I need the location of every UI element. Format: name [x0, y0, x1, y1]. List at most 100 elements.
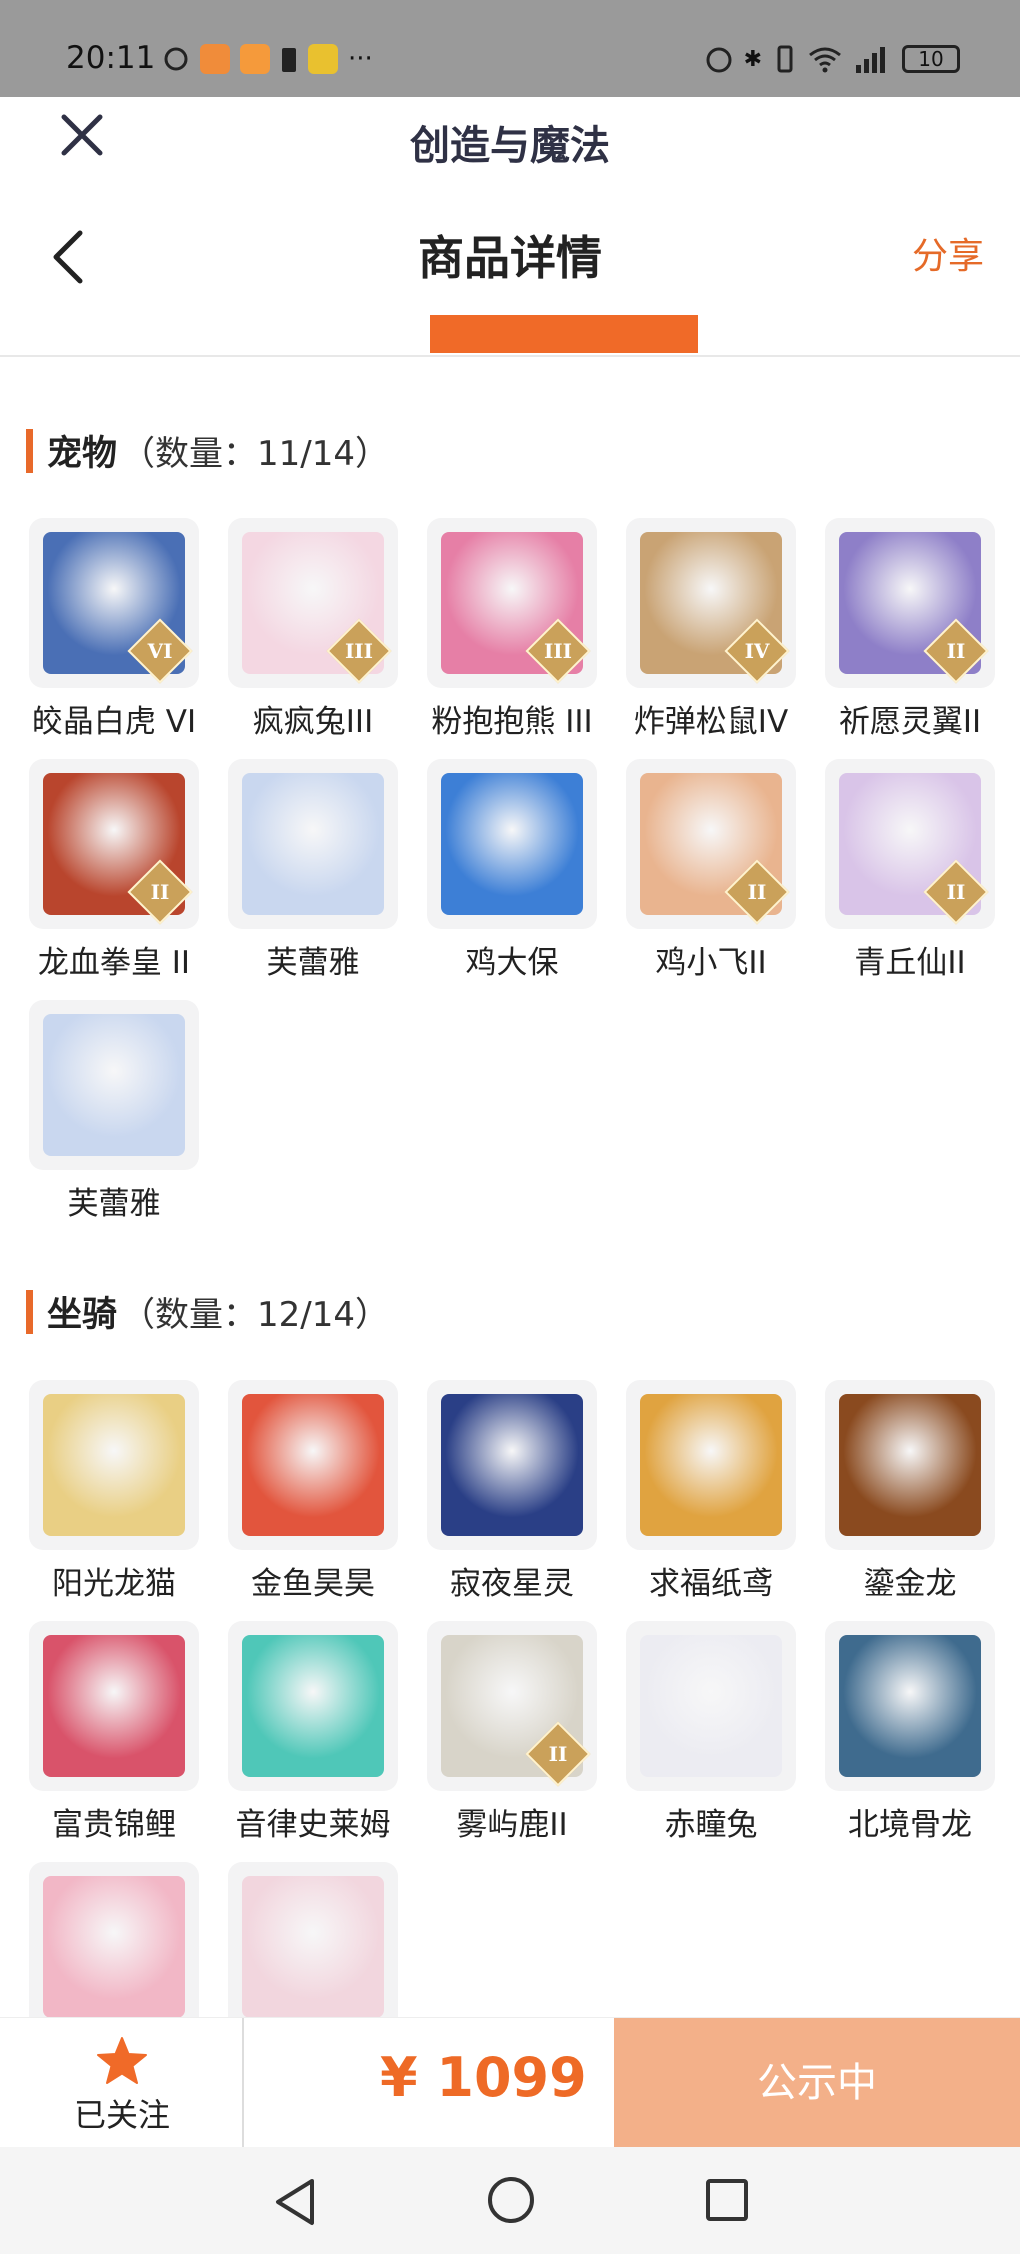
item-card[interactable]: 音律史莱姆	[225, 1621, 401, 1844]
section-header-pets: 宠物 （数量：11/14）	[26, 425, 389, 476]
section-count: （数量：12/14）	[121, 1295, 389, 1335]
tier-badge-label: II	[548, 1742, 568, 1766]
publicity-status-button[interactable]: 公示中	[614, 2018, 1020, 2148]
item-card[interactable]: 北境骨龙	[822, 1621, 998, 1844]
item-artwork	[242, 1635, 384, 1777]
item-name: 北境骨龙	[848, 1807, 972, 1843]
item-artwork	[43, 1876, 185, 2018]
item-card[interactable]	[225, 1862, 401, 2032]
tier-badge-label: II	[747, 880, 767, 904]
item-name: 雾屿鹿II	[456, 1807, 568, 1843]
item-thumbnail: IV	[626, 518, 796, 688]
item-thumbnail: II	[29, 759, 199, 929]
tier-badge-label: III	[543, 639, 573, 663]
tier-badge-label: III	[344, 639, 374, 663]
item-artwork	[43, 1635, 185, 1777]
item-card[interactable]: 寂夜星灵	[424, 1380, 600, 1603]
item-name: 赤瞳兔	[664, 1807, 758, 1843]
item-card[interactable]: 阳光龙猫	[26, 1380, 202, 1603]
tab-indicator[interactable]	[430, 315, 698, 353]
follow-button[interactable]: 已关注	[0, 2018, 244, 2148]
section-accent-bar	[26, 1289, 33, 1334]
item-artwork	[640, 1635, 782, 1777]
item-card[interactable]: III 疯疯兔III	[225, 518, 401, 741]
page-nav-bar: 商品详情 分享	[0, 197, 1020, 357]
item-card[interactable]: 求福纸鸢	[623, 1380, 799, 1603]
item-thumbnail: II	[626, 759, 796, 929]
item-thumbnail	[825, 1380, 995, 1550]
item-artwork	[242, 1876, 384, 2018]
tier-badge-label: IV	[744, 639, 770, 663]
item-name: 鸡大保	[465, 945, 559, 981]
share-button[interactable]: 分享	[912, 227, 984, 279]
battery-icon: 10	[902, 45, 960, 73]
item-card[interactable]: II 鸡小飞II	[623, 759, 799, 982]
star-icon	[97, 2037, 147, 2084]
item-card[interactable]: IV 炸弹松鼠IV	[623, 518, 799, 741]
status-time: 20:11	[66, 40, 156, 76]
section-name: 坐骑	[47, 1295, 118, 1335]
item-card[interactable]: 富贵锦鲤	[26, 1621, 202, 1844]
item-card[interactable]: II 雾屿鹿II	[424, 1621, 600, 1844]
tier-badge-label: II	[946, 639, 966, 663]
bluetooth-icon: ✱	[743, 46, 762, 72]
item-artwork	[441, 1394, 583, 1536]
item-thumbnail	[228, 1380, 398, 1550]
battery-alert-icon	[282, 48, 296, 72]
item-card[interactable]: II 龙血拳皇 II	[26, 759, 202, 982]
item-thumbnail	[29, 1862, 199, 2032]
tier-badge-label: II	[150, 880, 170, 904]
item-card[interactable]: VI 皎晶白虎 VI	[26, 518, 202, 741]
status-bar: 20:11 ··· ✱ 10	[0, 0, 1020, 97]
item-artwork	[839, 1394, 981, 1536]
item-card[interactable]: III 粉抱抱熊 III	[424, 518, 600, 741]
item-name: 寂夜星灵	[450, 1566, 574, 1602]
item-thumbnail	[228, 1621, 398, 1791]
item-card[interactable]: 赤瞳兔	[623, 1621, 799, 1844]
item-thumbnail	[228, 759, 398, 929]
item-name: 青丘仙II	[854, 945, 966, 981]
vibrate-icon	[777, 45, 793, 73]
item-thumbnail: II	[825, 518, 995, 688]
item-card[interactable]: 鎏金龙	[822, 1380, 998, 1603]
item-thumbnail	[626, 1621, 796, 1791]
item-name: 音律史莱姆	[235, 1807, 391, 1843]
item-thumbnail	[427, 1380, 597, 1550]
item-card[interactable]: II 青丘仙II	[822, 759, 998, 982]
item-name: 富贵锦鲤	[52, 1807, 176, 1843]
item-name: 鸡小飞II	[655, 945, 767, 981]
game-app-icon	[308, 44, 338, 74]
item-name: 求福纸鸢	[649, 1566, 773, 1602]
item-thumbnail	[228, 1862, 398, 2032]
item-name: 阳光龙猫	[52, 1566, 176, 1602]
section-header-mounts: 坐骑 （数量：12/14）	[26, 1286, 389, 1337]
item-card[interactable]: 金鱼昊昊	[225, 1380, 401, 1603]
item-artwork	[839, 1635, 981, 1777]
system-back-icon[interactable]	[272, 2177, 318, 2227]
item-card[interactable]: 芙蕾雅	[26, 1000, 202, 1223]
item-card[interactable]: 芙蕾雅	[225, 759, 401, 982]
system-recents-icon[interactable]	[706, 2179, 748, 2221]
item-name: 芙蕾雅	[266, 945, 360, 981]
item-card[interactable]: 鸡大保	[424, 759, 600, 982]
item-name: 祈愿灵翼II	[838, 704, 982, 740]
notification-icons: ···	[162, 44, 373, 74]
item-name: 鎏金龙	[863, 1566, 957, 1602]
wifi-icon	[809, 47, 841, 73]
alarm-icon	[706, 47, 732, 73]
item-thumbnail	[29, 1000, 199, 1170]
item-thumbnail	[29, 1621, 199, 1791]
item-name: 龙血拳皇 II	[37, 945, 191, 981]
item-card[interactable]	[26, 1862, 202, 2032]
system-nav-bar	[0, 2147, 1020, 2254]
section-count: （数量：11/14）	[121, 434, 389, 474]
system-home-icon[interactable]	[488, 2177, 534, 2223]
item-name: 金鱼昊昊	[251, 1566, 375, 1602]
item-name: 炸弹松鼠IV	[633, 704, 789, 740]
system-status-icons: ✱ 10	[704, 44, 960, 74]
item-artwork	[640, 1394, 782, 1536]
page-title: 商品详情	[418, 231, 602, 285]
item-card[interactable]: II 祈愿灵翼II	[822, 518, 998, 741]
item-thumbnail: VI	[29, 518, 199, 688]
item-name: 皎晶白虎 VI	[31, 704, 197, 740]
